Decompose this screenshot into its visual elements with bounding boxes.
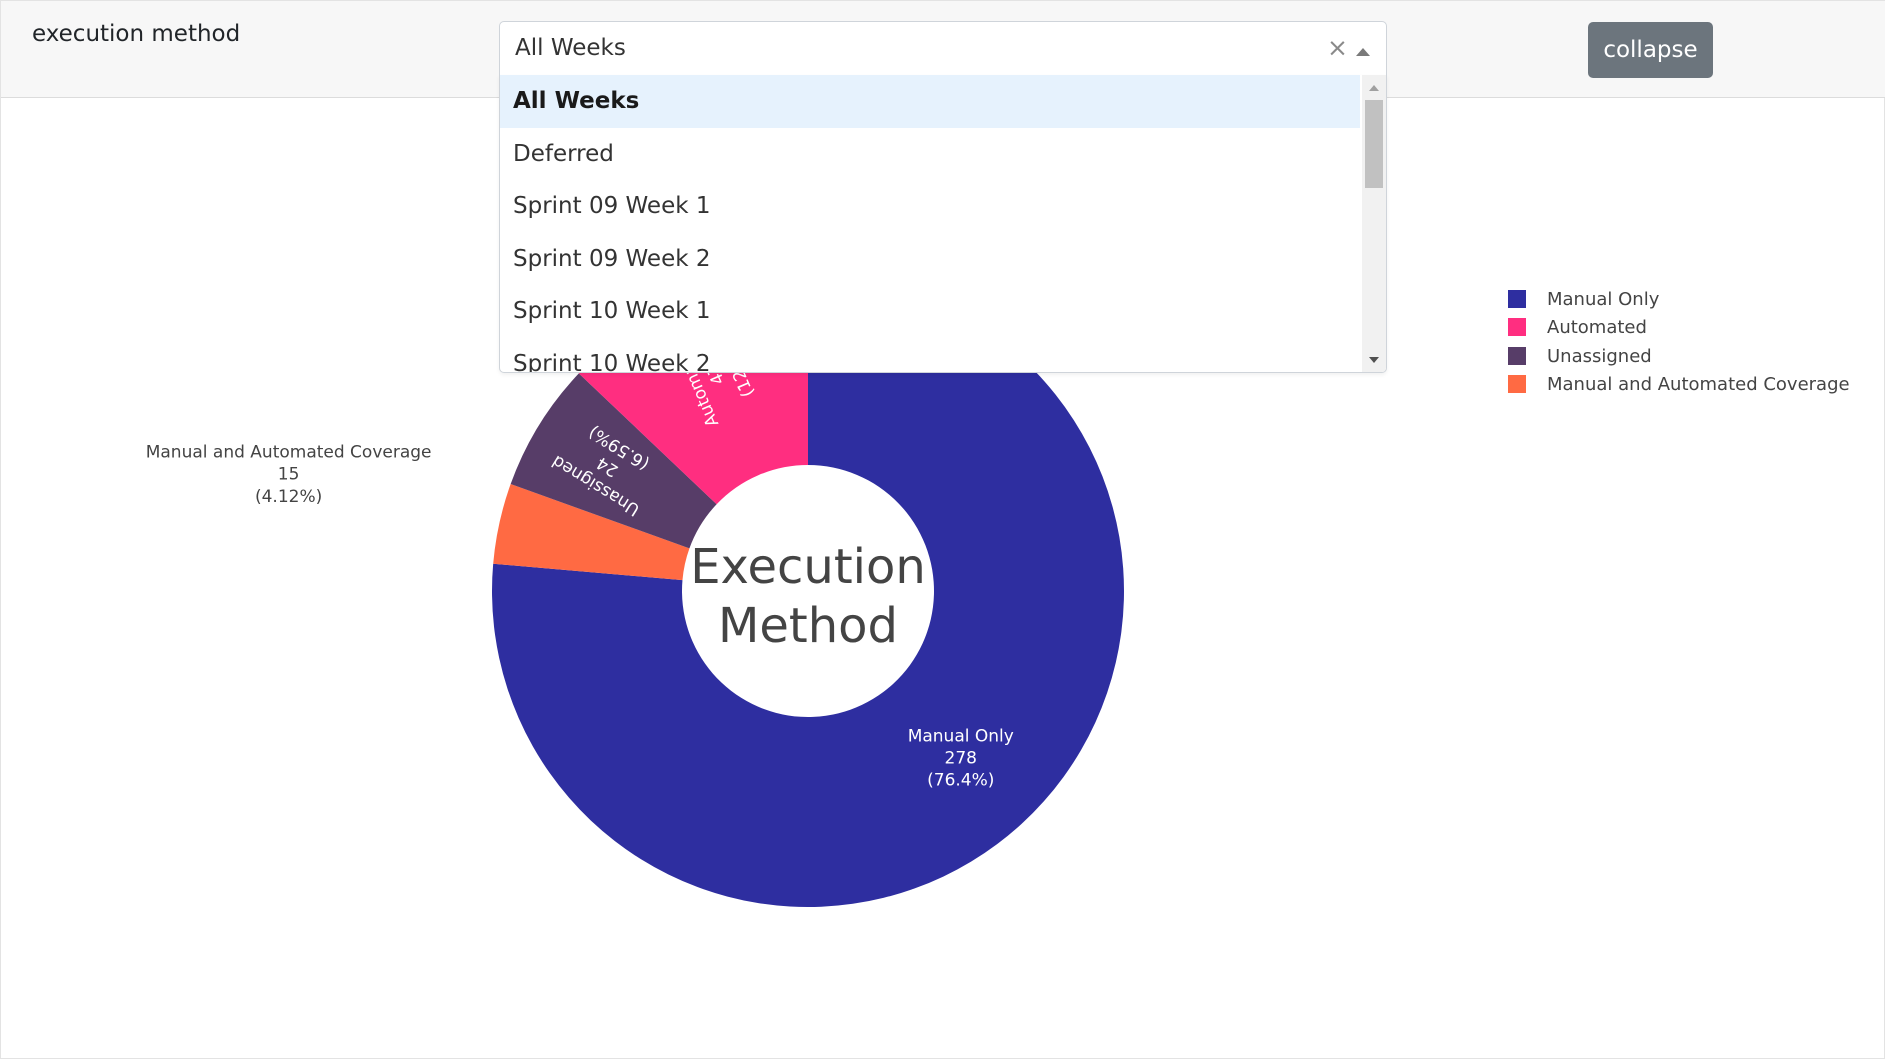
legend-swatch-unassigned[interactable] xyxy=(1508,347,1526,365)
slice-label-manual-only-line-2: (76.4%) xyxy=(927,771,994,791)
clear-icon[interactable]: × xyxy=(1327,33,1348,62)
chart-center-title-line-0: Execution xyxy=(690,539,926,595)
caret-up-icon[interactable] xyxy=(1356,48,1370,56)
week-dropdown-menu: All Weeks Deferred Sprint 09 Week 1 Spri… xyxy=(499,75,1387,373)
option-sprint-10-week-2[interactable]: Sprint 10 Week 2 xyxy=(500,338,1360,372)
slice-label-manual-and-automated-coverage-line-1: 15 xyxy=(278,465,300,485)
scrollbar-thumb[interactable] xyxy=(1365,100,1383,188)
legend-label-manual-only[interactable]: Manual Only xyxy=(1547,289,1659,310)
option-sprint-09-week-2[interactable]: Sprint 09 Week 2 xyxy=(500,233,1360,286)
week-select-value: All Weeks xyxy=(515,35,626,61)
legend-label-unassigned[interactable]: Unassigned xyxy=(1547,346,1652,367)
dropdown-scrollbar[interactable] xyxy=(1362,75,1386,372)
slice-label-manual-and-automated-coverage-line-2: (4.12%) xyxy=(255,487,322,507)
option-all-weeks[interactable]: All Weeks xyxy=(500,75,1360,128)
legend-label-manual-and-automated-coverage[interactable]: Manual and Automated Coverage xyxy=(1547,374,1850,395)
option-sprint-09-week-1[interactable]: Sprint 09 Week 1 xyxy=(500,180,1360,233)
section-title: execution method xyxy=(32,21,241,47)
chart-center-title-line-1: Method xyxy=(718,598,898,654)
scroll-down-arrow-icon[interactable] xyxy=(1369,357,1379,363)
legend-swatch-automated[interactable] xyxy=(1508,318,1526,336)
scroll-up-arrow-icon[interactable] xyxy=(1369,85,1379,91)
slice-label-manual-only-line-1: 278 xyxy=(945,749,977,769)
legend-label-automated[interactable]: Automated xyxy=(1547,317,1647,338)
slice-label-manual-and-automated-coverage-line-0: Manual and Automated Coverage xyxy=(146,443,432,463)
dashboard-page: Manual Only 278 (76.4%) Manual and Automate… xyxy=(0,0,1885,1059)
legend-swatch-manual-and-automated-coverage[interactable] xyxy=(1508,375,1526,393)
week-select[interactable]: All Weeks × xyxy=(499,21,1387,76)
legend-swatch-manual-only[interactable] xyxy=(1508,290,1526,308)
slice-label-manual-only-line-0: Manual Only xyxy=(908,726,1014,746)
option-sprint-10-week-1[interactable]: Sprint 10 Week 1 xyxy=(500,285,1360,338)
slice-label-manual-and-automated-coverage: Manual and Automated Coverage15(4.12%) xyxy=(146,443,432,507)
option-deferred[interactable]: Deferred xyxy=(500,128,1360,181)
collapse-button[interactable]: collapse xyxy=(1588,22,1713,78)
